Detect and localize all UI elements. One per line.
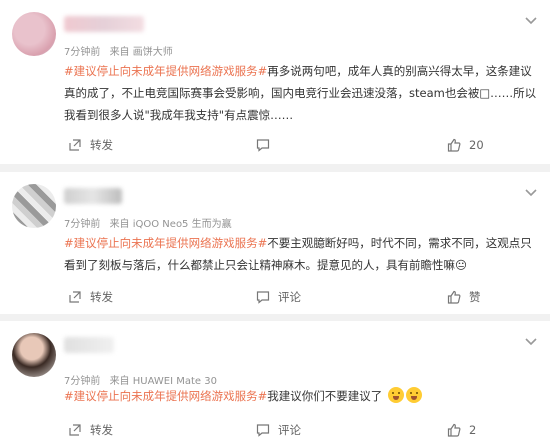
like-label: 赞 [469, 290, 481, 304]
repost-label: 转发 [90, 290, 113, 304]
comment-button[interactable]: 评论 [256, 284, 301, 310]
comment-icon [256, 424, 270, 437]
thumbs-up-icon [447, 138, 461, 152]
comment-icon [256, 291, 270, 304]
post-text: #建议停止向未成年提供网络游戏服务#不要主观臆断好吗，时代不同，需求不同，这观点… [64, 232, 542, 276]
thumbs-up-icon [447, 290, 461, 304]
comment-label: 评论 [278, 423, 301, 437]
hashtag-link[interactable]: #建议停止向未成年提供网络游戏服务# [64, 389, 267, 403]
crying-face-emoji [405, 387, 422, 403]
hashtag-link[interactable]: #建议停止向未成年提供网络游戏服务# [64, 236, 267, 250]
like-button[interactable]: 赞 [447, 284, 481, 310]
repost-icon [69, 291, 81, 303]
repost-button[interactable]: 转发 [68, 132, 113, 158]
comment-button[interactable]: 评论 [256, 417, 301, 443]
like-button[interactable]: 2 [447, 417, 476, 443]
comment-button[interactable] [256, 132, 278, 158]
post-time[interactable]: 7分钟前 [64, 219, 100, 230]
chevron-down-icon[interactable] [524, 337, 538, 347]
repost-label: 转发 [90, 138, 113, 152]
username-blurred[interactable] [64, 188, 122, 204]
username-blurred[interactable] [64, 16, 144, 32]
avatar[interactable] [12, 333, 56, 377]
username-blurred[interactable] [64, 337, 114, 353]
repost-label: 转发 [90, 423, 113, 437]
repost-button[interactable]: 转发 [68, 417, 113, 443]
comment-icon [256, 139, 270, 152]
chevron-down-icon[interactable] [524, 16, 538, 26]
hashtag-link[interactable]: #建议停止向未成年提供网络游戏服务# [64, 64, 267, 78]
like-button[interactable]: 20 [447, 132, 484, 158]
avatar[interactable] [12, 12, 56, 56]
repost-icon [69, 424, 81, 436]
chevron-down-icon[interactable] [524, 188, 538, 198]
action-bar: 转发 评论 赞 [0, 284, 550, 310]
thumbs-up-icon [447, 423, 461, 437]
post-card-2: 7分钟前 来自 iQOO Neo5 生而为赢 #建议停止向未成年提供网络游戏服务… [0, 172, 550, 314]
action-bar: 转发 20 [0, 132, 550, 158]
action-bar: 转发 评论 2 [0, 417, 550, 443]
post-text: #建议停止向未成年提供网络游戏服务#我建议你们不要建议了 [64, 385, 542, 407]
crying-face-emoji [387, 387, 404, 403]
repost-button[interactable]: 转发 [68, 284, 113, 310]
post-content: 我建议你们不要建议了 [267, 389, 383, 403]
like-count: 2 [469, 423, 477, 437]
comment-label: 评论 [278, 290, 301, 304]
post-meta: 7分钟前 来自 iQOO Neo5 生而为赢 [64, 215, 238, 230]
post-time[interactable]: 7分钟前 [64, 47, 100, 58]
repost-icon [69, 139, 81, 151]
post-source: 来自 iQOO Neo5 生而为赢 [109, 219, 232, 230]
post-text: #建议停止向未成年提供网络游戏服务#再多说两句吧，成年人真的别高兴得太早，这条建… [64, 60, 542, 126]
avatar[interactable] [12, 184, 56, 228]
post-meta: 7分钟前 来自 画饼大师 [64, 43, 179, 58]
post-source: 来自 画饼大师 [109, 47, 173, 58]
post-card-3: 7分钟前 来自 HUAWEI Mate 30 #建议停止向未成年提供网络游戏服务… [0, 321, 550, 448]
post-card-1: 7分钟前 来自 画饼大师 #建议停止向未成年提供网络游戏服务#再多说两句吧，成年… [0, 0, 550, 164]
like-count: 20 [469, 138, 484, 152]
